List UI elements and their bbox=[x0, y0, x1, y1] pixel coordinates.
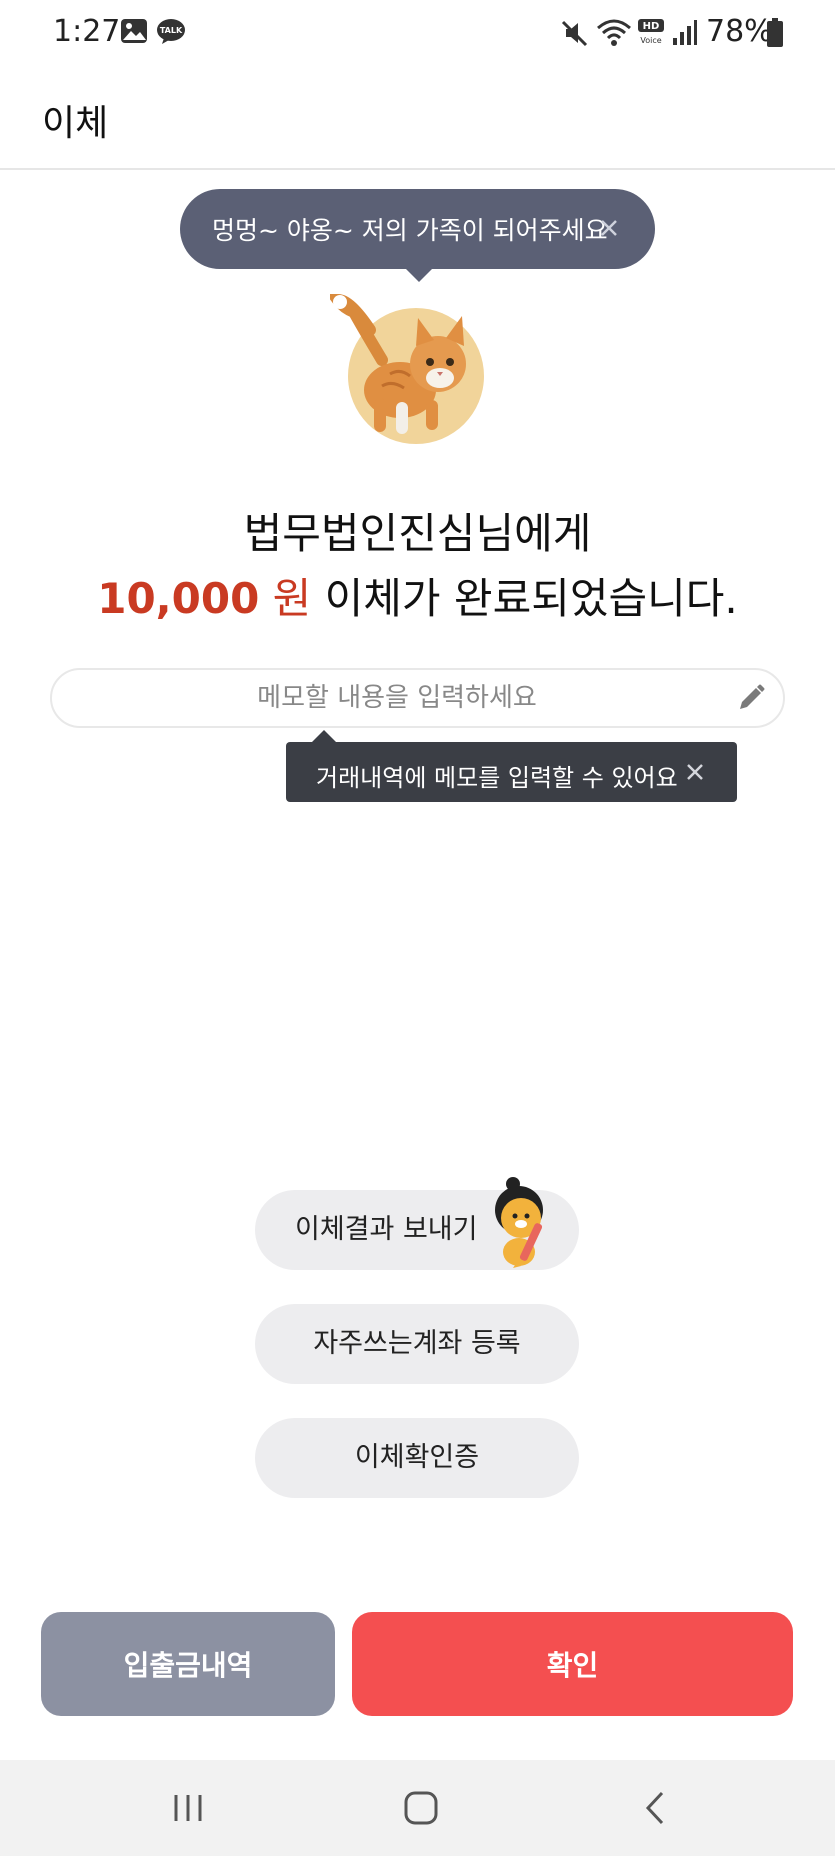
hd-badge-text: HD bbox=[643, 21, 660, 32]
memo-field[interactable] bbox=[50, 668, 785, 728]
gallery-icon bbox=[121, 19, 147, 43]
transaction-history-button[interactable]: 입출금내역 bbox=[41, 1612, 335, 1716]
pencil-icon[interactable] bbox=[735, 682, 767, 714]
back-icon bbox=[645, 1791, 664, 1825]
currency-unit: 원 bbox=[272, 574, 312, 623]
voice-badge-text: Voice bbox=[640, 36, 661, 45]
close-icon bbox=[687, 764, 703, 780]
register-favorite-account-button[interactable]: 자주쓰는계좌 등록 bbox=[255, 1304, 579, 1384]
recent-apps-icon bbox=[174, 1795, 202, 1821]
promo-close-button[interactable] bbox=[589, 203, 629, 253]
cat-illustration[interactable] bbox=[330, 290, 490, 450]
close-icon bbox=[601, 220, 617, 236]
send-result-label: 이체결과 보내기 bbox=[295, 1214, 478, 1245]
transfer-certificate-button[interactable]: 이체확인증 bbox=[255, 1418, 579, 1498]
recent-apps-button[interactable] bbox=[158, 1786, 218, 1830]
mascot-pencil-icon bbox=[495, 1177, 543, 1268]
mute-icon bbox=[561, 20, 588, 47]
app-header: 이체 bbox=[0, 66, 835, 170]
memo-tooltip-tail bbox=[312, 730, 336, 742]
promo-bubble-tail bbox=[405, 268, 433, 282]
back-button[interactable] bbox=[625, 1786, 685, 1830]
confirm-button[interactable]: 확인 bbox=[352, 1612, 793, 1716]
amount-line: 10,000 원 이체가 완료되었습니다. bbox=[0, 565, 835, 626]
talk-badge-text: TALK bbox=[160, 26, 183, 35]
completion-message: 이체가 완료되었습니다. bbox=[324, 574, 738, 623]
memo-tooltip: 거래내역에 메모를 입력할 수 있어요 bbox=[286, 742, 737, 802]
battery-icon bbox=[767, 18, 783, 47]
memo-tooltip-text: 거래내역에 메모를 입력할 수 있어요 bbox=[316, 764, 678, 792]
status-bar: 1:27 TALK HD Voice 78% bbox=[0, 0, 835, 66]
promo-bubble-text: 멍멍~ 야옹~ 저의 가족이 되어주세요 bbox=[212, 216, 608, 245]
wifi-icon bbox=[597, 19, 631, 46]
memo-input[interactable] bbox=[92, 670, 702, 726]
page-title: 이체 bbox=[42, 103, 109, 144]
signal-icon bbox=[673, 20, 697, 45]
promo-bubble[interactable]: 멍멍~ 야옹~ 저의 가족이 되어주세요 bbox=[180, 189, 655, 269]
home-icon bbox=[404, 1791, 438, 1825]
hd-voice-icon: HD Voice bbox=[638, 19, 664, 45]
system-nav-bar bbox=[0, 1760, 835, 1856]
kakaotalk-icon: TALK bbox=[157, 19, 185, 44]
send-result-button[interactable]: 이체결과 보내기 bbox=[255, 1177, 579, 1270]
battery-percent: 78% bbox=[706, 14, 773, 49]
transfer-amount: 10,000 bbox=[97, 574, 260, 623]
status-time: 1:27 bbox=[53, 14, 121, 49]
home-button[interactable] bbox=[391, 1786, 451, 1830]
tooltip-close-button[interactable] bbox=[675, 752, 715, 792]
recipient-line: 법무법인진심님에게 bbox=[243, 509, 592, 558]
